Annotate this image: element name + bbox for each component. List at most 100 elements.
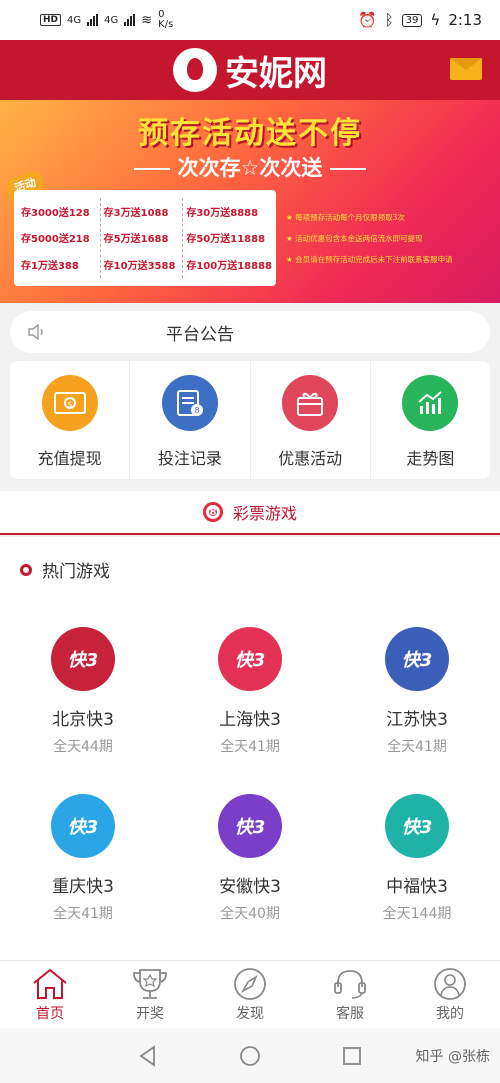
- mail-icon[interactable]: [450, 58, 482, 80]
- wifi-icon: ≋: [141, 12, 153, 28]
- clock: 2:13: [448, 11, 482, 29]
- quick-item-trend[interactable]: 走势图: [369, 361, 490, 479]
- quick-item-bet-record[interactable]: 8 投注记录: [129, 361, 249, 479]
- game-name: 安徽快3: [219, 877, 281, 897]
- quick-item-label: 优惠活动: [278, 449, 343, 468]
- quick-item-label: 走势图: [406, 449, 455, 468]
- icon-text: 快3: [67, 817, 99, 838]
- game-item[interactable]: 快3 上海快3 全天41期: [167, 627, 333, 756]
- banner-subtitle: 次次存☆次次送: [0, 152, 500, 182]
- game-name: 中福快3: [386, 877, 448, 897]
- banner-note: ★ 活动优惠包含本金送两倍流水即可提现: [286, 234, 423, 243]
- nav-discover[interactable]: 发现: [200, 961, 300, 1028]
- game-sub: 全天144期: [382, 906, 452, 922]
- quick-item-promotions[interactable]: 优惠活动: [249, 361, 370, 479]
- deposit-table: 存3000送128 存5000送218 存1万送388 存3万送1088 存5万…: [14, 190, 276, 286]
- game-item[interactable]: 快3 北京快3 全天44期: [0, 627, 166, 756]
- back-icon[interactable]: [137, 1044, 159, 1067]
- deposit-cell: 存3万送1088: [103, 207, 169, 219]
- watermark: 知乎 @张栋: [415, 1049, 490, 1065]
- section-title: 彩票游戏: [232, 504, 297, 523]
- recents-icon[interactable]: [341, 1045, 363, 1067]
- status-left: HD 4G 4G ≋ 0 K/s: [40, 10, 173, 30]
- game-sub: 全天41期: [53, 906, 113, 922]
- home-button-icon[interactable]: [239, 1045, 261, 1067]
- promo-banner[interactable]: 预存活动送不停 次次存☆次次送 活动 存3000送128 存5000送218 存…: [0, 100, 500, 303]
- game-name: 上海快3: [219, 710, 281, 730]
- app-header: 安妮网: [0, 40, 500, 100]
- nav-label: 发现: [236, 1006, 264, 1022]
- game-sub: 全天41期: [387, 739, 447, 755]
- deposit-cell: 存3000送128: [21, 207, 90, 219]
- game-sub: 全天40期: [220, 906, 280, 922]
- charging-icon: ϟ: [430, 11, 441, 29]
- nav-label: 客服: [336, 1006, 364, 1022]
- banner-note: ★ 每项预存活动每个月仅限领取3次: [286, 213, 405, 222]
- deposit-cell: 存5000送218: [21, 234, 90, 246]
- icon-text: 快3: [67, 650, 99, 671]
- record-icon: 8: [161, 375, 218, 431]
- deposit-column: 存3000送128 存5000送218 存1万送388: [18, 198, 100, 278]
- quick-menu: $ 充值提现 8 投注记录 优惠活动 走势图: [10, 361, 490, 479]
- gift-icon: [282, 375, 339, 431]
- net2-label: 4G: [104, 14, 119, 26]
- deposit-cell: 存10万送3588: [103, 261, 176, 273]
- user-icon: [434, 968, 466, 1000]
- nav-home[interactable]: 首页: [0, 961, 100, 1028]
- game-item[interactable]: 快3 重庆快3 全天41期: [0, 794, 166, 923]
- game-item[interactable]: 快3 中福快3 全天144期: [334, 794, 500, 923]
- headset-icon: [334, 970, 366, 999]
- banner-notes: ★ 每项预存活动每个月仅限领取3次 ★ 活动优惠包含本金送两倍流水即可提现 ★ …: [286, 212, 498, 265]
- money-icon: $: [41, 375, 98, 431]
- compass-icon: [234, 968, 266, 1000]
- kuai3-icon: 快3: [51, 627, 115, 691]
- nav-lottery-results[interactable]: 开奖: [100, 961, 200, 1028]
- svg-text:8: 8: [194, 406, 199, 415]
- logo-text: 安妮网: [225, 53, 327, 94]
- hot-games-title: 热门游戏: [42, 562, 110, 582]
- icon-text: 快3: [401, 817, 433, 838]
- tab-lottery-games[interactable]: 8 彩票游戏: [0, 491, 500, 535]
- game-item[interactable]: 快3 江苏快3 全天41期: [334, 627, 500, 756]
- icon-text: 快3: [401, 650, 433, 671]
- alarm-icon: ⏰: [357, 11, 377, 29]
- nav-profile[interactable]: 我的: [400, 961, 500, 1028]
- icon-text: 快3: [234, 650, 266, 671]
- logo-mark-icon: [173, 48, 217, 92]
- deposit-column: 存3万送1088 存5万送1688 存10万送3588: [99, 198, 183, 278]
- announcement-text: 平台公告: [166, 324, 234, 345]
- announcement-bar[interactable]: 平台公告: [10, 311, 490, 353]
- kuai3-icon: 快3: [385, 794, 449, 858]
- battery-icon: 39: [401, 13, 423, 27]
- kuai3-icon: 快3: [51, 794, 115, 858]
- home-icon: [33, 968, 67, 999]
- nav-label: 开奖: [136, 1006, 164, 1022]
- nav-label: 我的: [436, 1006, 464, 1022]
- trend-icon: [402, 375, 459, 431]
- game-sub: 全天41期: [220, 739, 280, 755]
- game-name: 江苏快3: [386, 710, 448, 730]
- nav-label: 首页: [36, 1006, 64, 1022]
- quick-item-label: 充值提现: [37, 449, 102, 468]
- deposit-cell: 存100万送18888: [186, 261, 273, 273]
- lottery-ball-icon: 8: [202, 502, 223, 522]
- game-item[interactable]: 快3 安徽快3 全天40期: [167, 794, 333, 923]
- hot-games-header: 热门游戏: [20, 557, 110, 582]
- speed-unit: K/s: [158, 19, 174, 30]
- net1-label: 4G: [67, 14, 82, 26]
- hd-badge: HD: [40, 14, 62, 26]
- game-name: 北京快3: [52, 710, 114, 730]
- status-right: ⏰ ᛒ 39 ϟ 2:13: [358, 11, 482, 29]
- banner-title: 预存活动送不停: [138, 116, 362, 151]
- ring-icon: [20, 563, 32, 576]
- nav-customer-service[interactable]: 客服: [300, 961, 400, 1028]
- svg-text:$: $: [67, 400, 72, 409]
- quick-item-label: 投注记录: [157, 449, 222, 468]
- icon-text: 快3: [234, 817, 266, 838]
- signal-icon-2: [124, 14, 136, 26]
- deposit-cell: 存5万送1688: [103, 234, 169, 246]
- deposit-column: 存30万送8888 存50万送11888 存100万送18888: [182, 198, 272, 278]
- kuai3-icon: 快3: [385, 627, 449, 691]
- quick-item-recharge[interactable]: $ 充值提现: [10, 361, 129, 479]
- banner-note: ★ 会员请在预存活动完成后未下注前联系客服申请: [286, 255, 453, 264]
